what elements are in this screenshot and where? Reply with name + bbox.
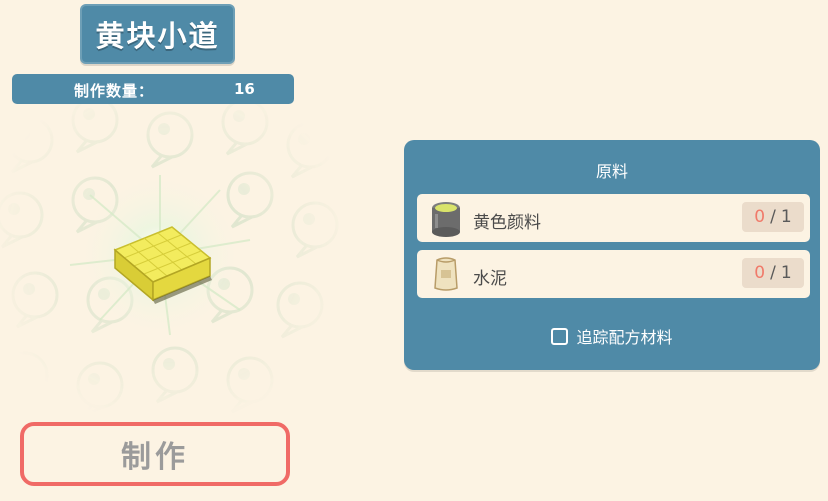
quantity-label: 制作数量： [74, 82, 155, 100]
material-need: 1 [780, 263, 792, 283]
material-count: 0 / 1 [742, 258, 804, 288]
cement-bag-icon [434, 257, 458, 291]
craft-quantity-bar: 制作数量： 16 [12, 74, 294, 104]
material-need: 1 [780, 207, 792, 227]
material-have: 0 [754, 263, 766, 283]
material-row[interactable]: 黄色颜料 0 / 1 [417, 194, 810, 242]
material-row[interactable]: 水泥 0 / 1 [417, 250, 810, 298]
yellow-block-path-icon [69, 170, 251, 340]
material-name: 黄色颜料 [473, 213, 541, 233]
track-materials-toggle[interactable]: 追踪配方材料 [404, 324, 820, 348]
count-separator: / [770, 263, 776, 283]
materials-panel: 原料 黄色颜料 0 / 1 水泥 0 / 1 追踪配方材料 [404, 140, 820, 370]
track-materials-label: 追踪配方材料 [576, 328, 673, 347]
material-name: 水泥 [473, 269, 507, 289]
material-count: 0 / 1 [742, 202, 804, 232]
craft-button[interactable]: 制作 [20, 422, 290, 486]
count-separator: / [770, 207, 776, 227]
paint-bucket-icon [432, 202, 460, 237]
item-title: 黄块小道 [95, 19, 220, 53]
item-title-plate: 黄块小道 [80, 4, 235, 64]
craft-button-label: 制作 [121, 440, 189, 475]
materials-header: 原料 [595, 162, 628, 181]
track-checkbox[interactable] [551, 327, 569, 345]
material-have: 0 [754, 207, 766, 227]
quantity-value: 16 [234, 80, 255, 98]
